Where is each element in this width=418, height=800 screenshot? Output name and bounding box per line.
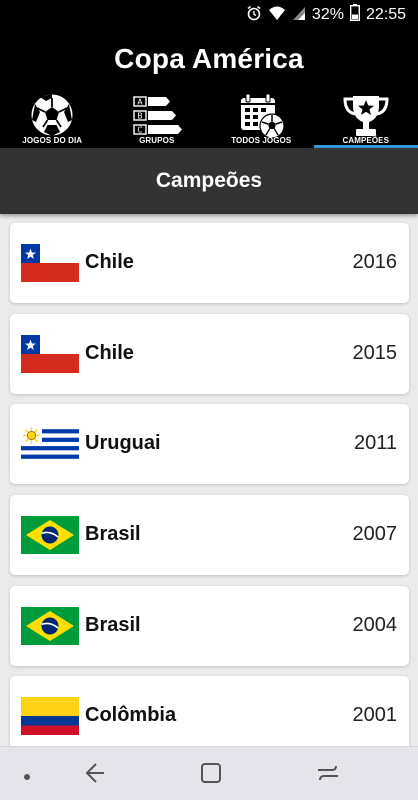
back-icon[interactable] [82, 760, 108, 791]
list-item[interactable]: Brasil 2004 [10, 586, 409, 666]
section-title: Campeões [155, 169, 263, 192]
group-letter-c: C [137, 126, 142, 135]
brazil-flag-icon [21, 607, 79, 645]
section-header: Campeões [0, 148, 418, 214]
battery-icon [349, 4, 360, 26]
country-name: Chile [85, 342, 134, 364]
tab-grupos[interactable]: A B C GRUPOS [105, 88, 210, 148]
chile-flag-icon [21, 244, 79, 282]
alarm-icon [246, 5, 262, 26]
country-name: Brasil [85, 614, 141, 636]
champion-year: 2001 [352, 704, 398, 726]
home-icon[interactable] [198, 760, 224, 791]
brazil-flag-icon [21, 516, 79, 554]
list-item[interactable]: Colômbia 2001 [10, 676, 409, 746]
country-name: Colômbia [85, 704, 177, 726]
status-bar: 32% 22:55 [0, 0, 418, 30]
country-name: Chile [85, 251, 134, 273]
app-title: Copa América [114, 43, 304, 74]
tab-label: JOGOS DO DIA [22, 136, 83, 145]
chile-flag-icon [21, 335, 79, 373]
list-item[interactable]: Chile 2015 [10, 314, 409, 394]
battery-percent: 32% [311, 6, 344, 23]
calendar-ball-icon [236, 92, 286, 140]
champion-year: 2011 [353, 432, 397, 454]
champions-list[interactable]: Chile 2016 Chile 2015 Uruguai 2011 Brasi… [0, 214, 418, 746]
tab-todos-jogos[interactable]: TODOS JOGOS [209, 88, 314, 148]
recents-icon[interactable] [314, 760, 342, 791]
list-item[interactable]: Chile 2016 [10, 223, 409, 303]
app-bar: Copa América JOGOS DO DIA A B C GRUPOS T… [0, 30, 418, 148]
groups-icon: A B C [132, 92, 182, 140]
champion-year: 2004 [352, 614, 398, 636]
wifi-icon [268, 5, 286, 26]
dot-icon[interactable] [22, 769, 32, 787]
navigation-bar [0, 746, 418, 800]
trophy-icon [341, 92, 391, 140]
tab-label: CAMPEÕES [342, 136, 390, 145]
country-name: Brasil [85, 523, 141, 545]
status-time: 22:55 [365, 6, 406, 23]
list-item[interactable]: Uruguai 2011 [10, 404, 409, 484]
colombia-flag-icon [21, 697, 79, 735]
group-letter-b: B [137, 112, 142, 121]
signal-icon [292, 5, 306, 26]
country-name: Uruguai [85, 432, 161, 454]
tab-campeoes[interactable]: CAMPEÕES [313, 88, 418, 148]
tab-label: GRUPOS [139, 136, 175, 145]
list-item[interactable]: Brasil 2007 [10, 495, 409, 575]
champion-year: 2016 [352, 251, 398, 273]
champion-year: 2015 [352, 342, 398, 364]
tab-bar: JOGOS DO DIA A B C GRUPOS TODOS JOGOS CA… [0, 88, 418, 148]
group-letter-a: A [137, 98, 143, 107]
tab-jogos-do-dia[interactable]: JOGOS DO DIA [0, 88, 105, 148]
soccer-ball-icon [27, 92, 77, 140]
uruguay-flag-icon [21, 425, 79, 463]
tab-label: TODOS JOGOS [231, 136, 292, 145]
champion-year: 2007 [352, 523, 398, 545]
